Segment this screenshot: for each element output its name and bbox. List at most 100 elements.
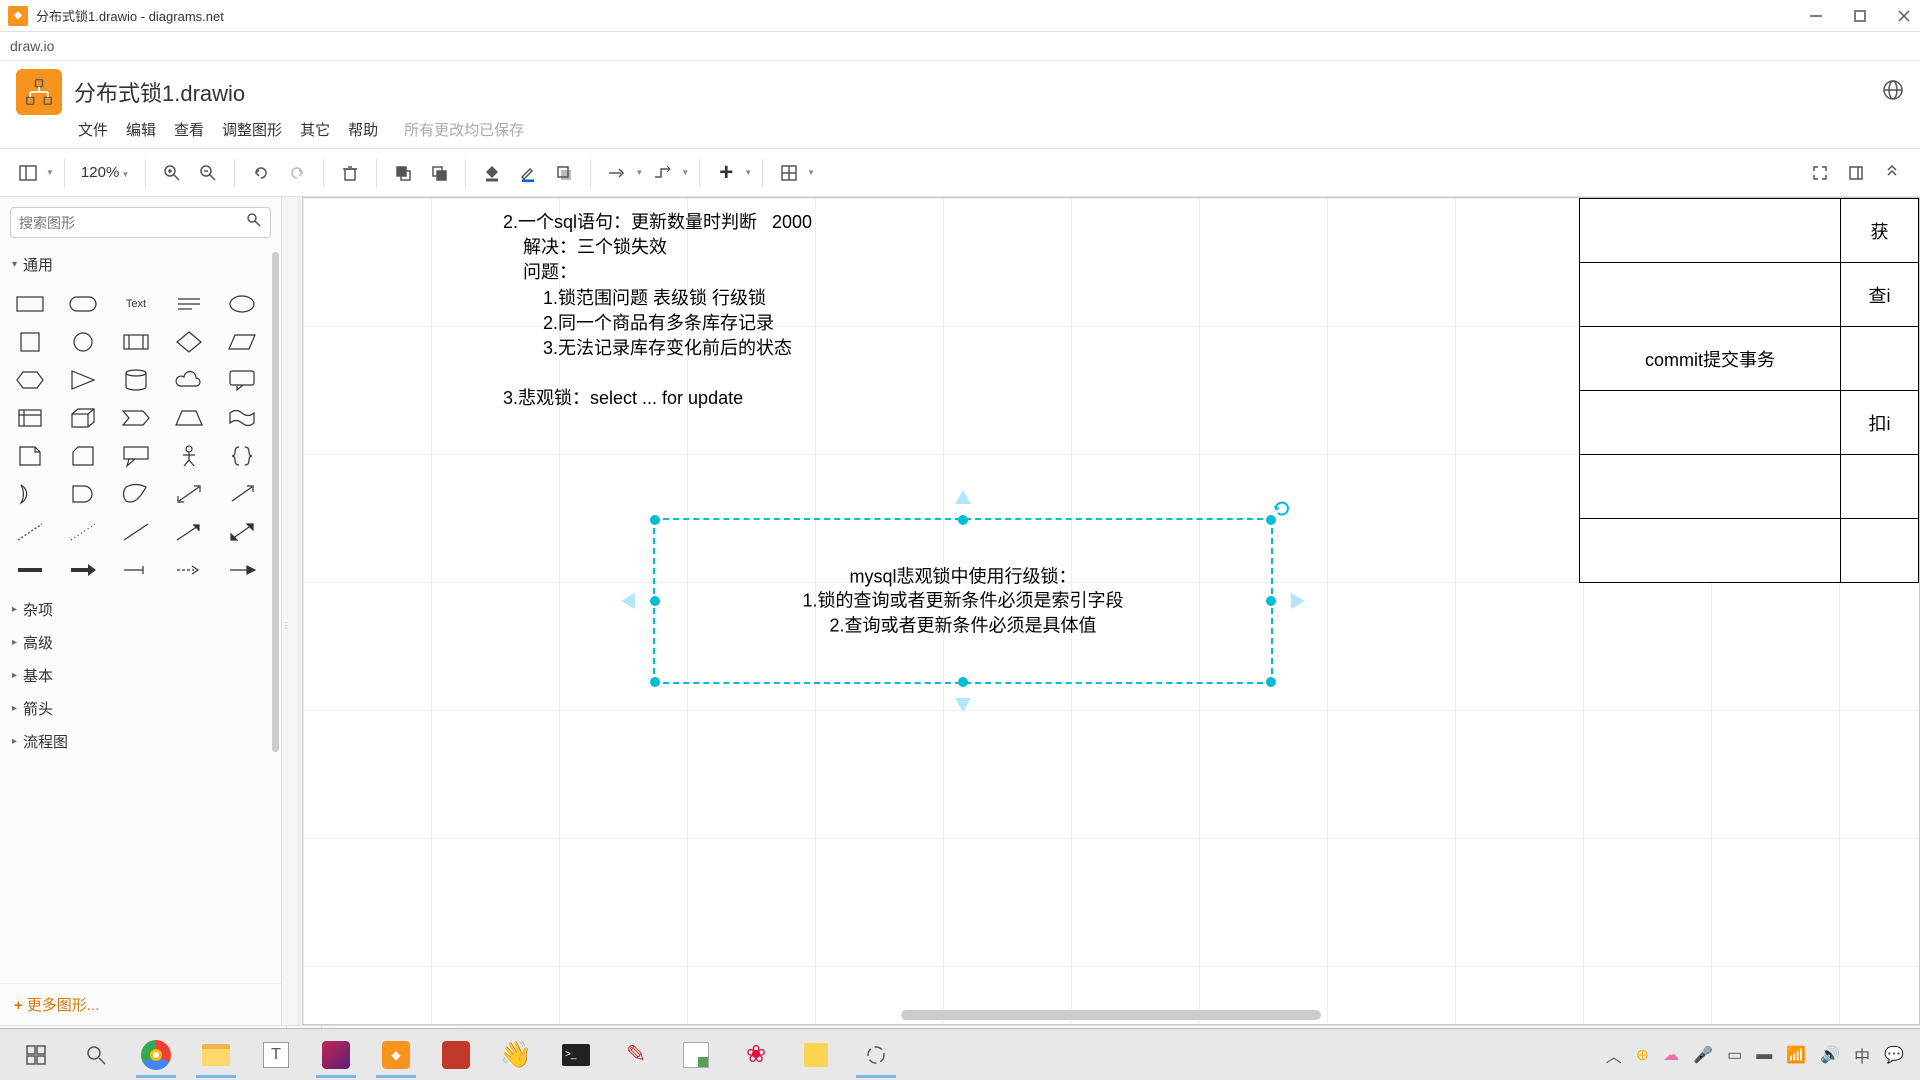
zoom-out-button[interactable] xyxy=(192,157,224,189)
panel-resize-handle[interactable]: ⋮ xyxy=(282,611,290,639)
resize-handle-n[interactable] xyxy=(958,515,968,525)
connect-hint-w[interactable] xyxy=(617,587,645,615)
taskbar-sticky[interactable] xyxy=(786,1032,846,1078)
shape-or[interactable] xyxy=(12,479,48,509)
shape-rectangle[interactable] xyxy=(12,289,48,319)
shape-bidir-arrow[interactable] xyxy=(171,479,207,509)
to-back-button[interactable] xyxy=(423,157,455,189)
canvas[interactable]: ⋮ 2.一个sql语句：更新数量时判断 2000 解决：三个锁失效 问题： 1.… xyxy=(282,197,1920,1025)
fullscreen-button[interactable] xyxy=(1804,157,1836,189)
insert-button[interactable]: + xyxy=(710,157,742,189)
tray-cloud-icon[interactable]: ☁ xyxy=(1663,1045,1679,1065)
connect-hint-s[interactable] xyxy=(949,688,977,716)
taskbar-rose[interactable]: ❀ xyxy=(726,1032,786,1078)
shape-ellipse[interactable] xyxy=(224,289,260,319)
shape-rounded-rect[interactable] xyxy=(65,289,101,319)
shape-diamond[interactable] xyxy=(171,327,207,357)
format-panel-button[interactable] xyxy=(1840,157,1872,189)
tray-battery-icon[interactable]: ▬ xyxy=(1756,1046,1772,1064)
taskbar-loading[interactable] xyxy=(846,1032,906,1078)
fill-color-button[interactable] xyxy=(476,157,508,189)
tray-notifications-icon[interactable]: 💬 xyxy=(1884,1045,1904,1065)
connect-hint-n[interactable] xyxy=(949,486,977,514)
shape-hexagon[interactable] xyxy=(12,365,48,395)
view-mode-button[interactable] xyxy=(12,157,44,189)
shadow-button[interactable] xyxy=(548,157,580,189)
shape-cube[interactable] xyxy=(65,403,101,433)
shape-line-bidir[interactable] xyxy=(224,517,260,547)
chevron-down-icon[interactable]: ▼ xyxy=(807,168,815,177)
search-icon[interactable] xyxy=(246,212,262,233)
taskbar-explorer[interactable] xyxy=(186,1032,246,1078)
section-misc[interactable]: ▸杂项 xyxy=(0,593,281,626)
zoom-in-button[interactable] xyxy=(156,157,188,189)
maximize-button[interactable] xyxy=(1852,8,1868,24)
resize-handle-e[interactable] xyxy=(1266,596,1276,606)
section-flowchart[interactable]: ▸流程图 xyxy=(0,725,281,758)
shape-actor[interactable] xyxy=(171,441,207,471)
menu-view[interactable]: 查看 xyxy=(174,119,204,140)
collapse-button[interactable] xyxy=(1876,157,1908,189)
shape-note[interactable] xyxy=(12,441,48,471)
shape-datastore[interactable] xyxy=(118,479,154,509)
menu-extras[interactable]: 其它 xyxy=(300,119,330,140)
canvas-h-scrollbar[interactable] xyxy=(901,1010,1321,1020)
taskbar-pen[interactable]: ✎ xyxy=(606,1032,666,1078)
menu-arrange[interactable]: 调整图形 xyxy=(222,119,282,140)
redo-button[interactable] xyxy=(281,157,313,189)
section-basic[interactable]: ▸基本 xyxy=(0,659,281,692)
shape-triangle[interactable] xyxy=(65,365,101,395)
resize-handle-s[interactable] xyxy=(958,677,968,687)
shape-conn3[interactable] xyxy=(224,555,260,585)
connection-button[interactable] xyxy=(601,157,633,189)
shape-internal-storage[interactable] xyxy=(12,403,48,433)
close-button[interactable] xyxy=(1896,8,1912,24)
connect-hint-e[interactable] xyxy=(1281,587,1309,615)
resize-handle-nw[interactable] xyxy=(650,515,660,525)
shape-callout2[interactable] xyxy=(118,441,154,471)
minimize-button[interactable] xyxy=(1808,8,1824,24)
chevron-down-icon[interactable]: ▼ xyxy=(744,168,752,177)
shape-card[interactable] xyxy=(65,441,101,471)
taskbar-notes[interactable] xyxy=(666,1032,726,1078)
shape-step[interactable] xyxy=(118,403,154,433)
language-icon[interactable] xyxy=(1882,79,1904,106)
shape-process[interactable] xyxy=(118,327,154,357)
chevron-down-icon[interactable]: ▼ xyxy=(681,168,689,177)
chevron-down-icon[interactable]: ▼ xyxy=(46,168,54,177)
table-button[interactable] xyxy=(773,157,805,189)
shape-and[interactable] xyxy=(65,479,101,509)
shape-conn1[interactable] xyxy=(118,555,154,585)
taskbar-terminal[interactable]: >_ xyxy=(546,1032,606,1078)
shape-textbox[interactable] xyxy=(171,289,207,319)
taskbar-text[interactable]: T xyxy=(246,1032,306,1078)
document-title[interactable]: 分布式锁1.drawio xyxy=(74,76,245,108)
start-button[interactable] xyxy=(6,1032,66,1078)
shape-square[interactable] xyxy=(12,327,48,357)
tray-chevron-up-icon[interactable]: ︿ xyxy=(1606,1043,1622,1067)
shape-cylinder[interactable] xyxy=(118,365,154,395)
menu-help[interactable]: 帮助 xyxy=(348,119,378,140)
menu-file[interactable]: 文件 xyxy=(78,119,108,140)
taskbar-app2[interactable]: 👋 xyxy=(486,1032,546,1078)
taskbar-app1[interactable] xyxy=(426,1032,486,1078)
taskbar-drawio[interactable]: ◆ xyxy=(366,1032,426,1078)
waypoint-button[interactable] xyxy=(647,157,679,189)
shape-dashed-line[interactable] xyxy=(12,517,48,547)
tray-volume-icon[interactable]: 🔊 xyxy=(1820,1045,1840,1065)
shape-trapezoid[interactable] xyxy=(171,403,207,433)
shape-tape[interactable] xyxy=(224,403,260,433)
resize-handle-ne[interactable] xyxy=(1266,515,1276,525)
shape-thick-link[interactable] xyxy=(12,555,48,585)
shape-circle[interactable] xyxy=(65,327,101,357)
undo-button[interactable] xyxy=(245,157,277,189)
zoom-level[interactable]: 120% ▼ xyxy=(75,164,135,181)
tray-security-icon[interactable]: ⊕ xyxy=(1636,1045,1649,1065)
tray-wifi-icon[interactable]: 📶 xyxy=(1786,1045,1806,1065)
shape-curly[interactable] xyxy=(224,441,260,471)
shape-cloud[interactable] xyxy=(171,365,207,395)
menu-edit[interactable]: 编辑 xyxy=(126,119,156,140)
taskbar-ide[interactable] xyxy=(306,1032,366,1078)
rotate-handle[interactable] xyxy=(1273,500,1291,518)
shape-conn2[interactable] xyxy=(171,555,207,585)
